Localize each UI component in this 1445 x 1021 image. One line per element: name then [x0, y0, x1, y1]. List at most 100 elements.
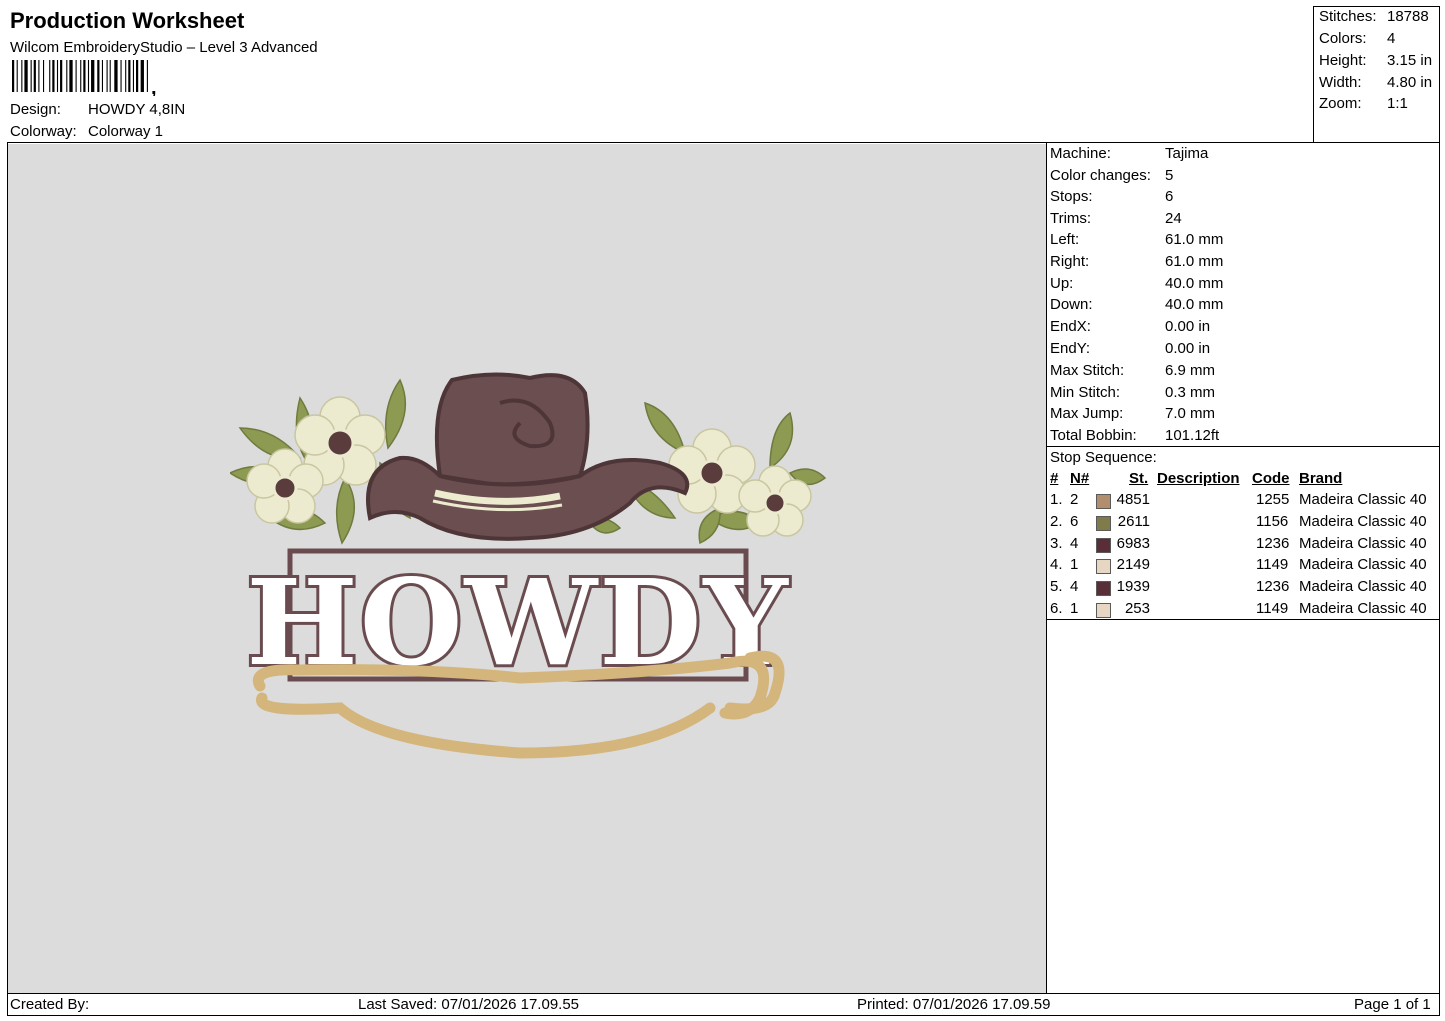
- design-value: HOWDY 4,8IN: [88, 101, 186, 118]
- table-row: 4. 1 2149 1149 Madeira Classic 40: [1048, 556, 1440, 577]
- info-label: Down:: [1050, 296, 1093, 313]
- info-label: Min Stitch:: [1050, 384, 1121, 401]
- color-swatch: [1096, 516, 1111, 531]
- info-label: Max Stitch:: [1050, 362, 1125, 379]
- info-value: 0.00 in: [1165, 340, 1211, 357]
- cowboy-hat: [366, 372, 690, 541]
- summary-label: Colors:: [1319, 30, 1367, 47]
- barcode-image: ,: [12, 60, 157, 96]
- row-code: 1255: [1256, 491, 1290, 508]
- table-row: 3. 4 6983 1236 Madeira Classic 40: [1048, 535, 1440, 556]
- color-swatch: [1096, 559, 1111, 574]
- colorway-label: Colorway:: [10, 123, 77, 140]
- info-value: 61.0 mm: [1165, 231, 1224, 248]
- row-brand: Madeira Classic 40: [1299, 578, 1427, 595]
- row-index: 1.: [1050, 491, 1063, 508]
- panel-divider: [1046, 142, 1047, 993]
- row-stitches: 1939: [1116, 578, 1150, 595]
- info-value: 24: [1165, 210, 1182, 227]
- row-needle: 1: [1070, 600, 1079, 617]
- info-label: Stops:: [1050, 188, 1093, 205]
- header-divider: [8, 142, 1439, 143]
- row-stitches: 4851: [1116, 491, 1150, 508]
- info-value: 101.12ft: [1165, 427, 1220, 444]
- col-header-needle: N#: [1070, 470, 1090, 487]
- row-needle: 4: [1070, 535, 1079, 552]
- info-value: 7.0 mm: [1165, 405, 1216, 422]
- col-header-code: Code: [1252, 470, 1290, 487]
- info-label: Up:: [1050, 275, 1074, 292]
- row-index: 5.: [1050, 578, 1063, 595]
- col-header-description: Description: [1157, 470, 1240, 487]
- info-value: 0.3 mm: [1165, 384, 1216, 401]
- footer-divider: [7, 993, 1439, 994]
- svg-text:,: ,: [151, 77, 157, 96]
- software-name: Wilcom EmbroideryStudio – Level 3 Advanc…: [10, 39, 318, 56]
- info-label: Color changes:: [1050, 167, 1151, 184]
- howdy-embroidery-design: HOWDY: [230, 372, 827, 759]
- last-saved: Last Saved: 07/01/2026 17.09.55: [358, 996, 580, 1013]
- top-border: [1313, 6, 1439, 7]
- color-swatch: [1096, 494, 1111, 509]
- summary-value: 1:1: [1387, 95, 1408, 112]
- info-label: Left:: [1050, 231, 1080, 248]
- summary-label: Width:: [1319, 74, 1362, 91]
- info-value: 40.0 mm: [1165, 296, 1224, 313]
- summary-value: 4: [1387, 30, 1396, 47]
- info-value: 40.0 mm: [1165, 275, 1224, 292]
- info-label: Machine:: [1050, 145, 1111, 162]
- summary-label: Zoom:: [1319, 95, 1362, 112]
- page-title: Production Worksheet: [10, 8, 245, 33]
- info-value: 0.00 in: [1165, 318, 1211, 335]
- row-index: 2.: [1050, 513, 1063, 530]
- row-brand: Madeira Classic 40: [1299, 491, 1427, 508]
- info-value: 6: [1165, 188, 1174, 205]
- row-needle: 4: [1070, 578, 1079, 595]
- info-label: EndX:: [1050, 318, 1091, 335]
- summary-label: Height:: [1319, 52, 1367, 69]
- row-stitches: 253: [1124, 600, 1150, 617]
- info-value: 5: [1165, 167, 1174, 184]
- col-header-stitches: St.: [1129, 470, 1149, 487]
- row-code: 1149: [1256, 600, 1289, 617]
- row-brand: Madeira Classic 40: [1299, 513, 1427, 530]
- printed-date: Printed: 07/01/2026 17.09.59: [857, 996, 1051, 1013]
- info-label: Max Jump:: [1050, 405, 1124, 422]
- info-label: Total Bobbin:: [1050, 427, 1137, 444]
- table-row: 5. 4 1939 1236 Madeira Classic 40: [1048, 578, 1440, 599]
- row-index: 6.: [1050, 600, 1063, 617]
- row-code: 1156: [1256, 513, 1289, 530]
- info-label: EndY:: [1050, 340, 1091, 357]
- row-code: 1236: [1256, 578, 1290, 595]
- col-header-index: #: [1050, 470, 1059, 487]
- color-swatch: [1096, 603, 1111, 618]
- page-number: Page 1 of 1: [1354, 996, 1431, 1013]
- info-label: Trims:: [1050, 210, 1092, 227]
- row-brand: Madeira Classic 40: [1299, 600, 1427, 617]
- row-code: 1236: [1256, 535, 1290, 552]
- info-divider: [1046, 446, 1439, 447]
- stop-sequence-title: Stop Sequence:: [1050, 449, 1157, 466]
- row-needle: 1: [1070, 556, 1079, 573]
- summary-value: 3.15 in: [1387, 52, 1433, 69]
- summary-divider: [1313, 6, 1314, 143]
- info-value: 61.0 mm: [1165, 253, 1224, 270]
- summary-label: Stitches:: [1319, 8, 1377, 25]
- table-row: 2. 6 2611 1156 Madeira Classic 40: [1048, 513, 1440, 534]
- colorway-value: Colorway 1: [88, 123, 164, 140]
- row-brand: Madeira Classic 40: [1299, 556, 1427, 573]
- row-code: 1149: [1256, 556, 1289, 573]
- row-stitches: 2149: [1116, 556, 1150, 573]
- bottom-border: [7, 1015, 1439, 1016]
- design-label: Design:: [10, 101, 61, 118]
- info-value: Tajima: [1165, 145, 1209, 162]
- row-needle: 2: [1070, 491, 1079, 508]
- created-by: Created By:: [10, 996, 90, 1013]
- table-row: 6. 1 253 1149 Madeira Classic 40: [1048, 600, 1440, 621]
- row-brand: Madeira Classic 40: [1299, 535, 1427, 552]
- row-index: 3.: [1050, 535, 1063, 552]
- row-needle: 6: [1070, 513, 1079, 530]
- summary-value: 4.80 in: [1387, 74, 1433, 91]
- color-swatch: [1096, 581, 1111, 596]
- info-value: 6.9 mm: [1165, 362, 1216, 379]
